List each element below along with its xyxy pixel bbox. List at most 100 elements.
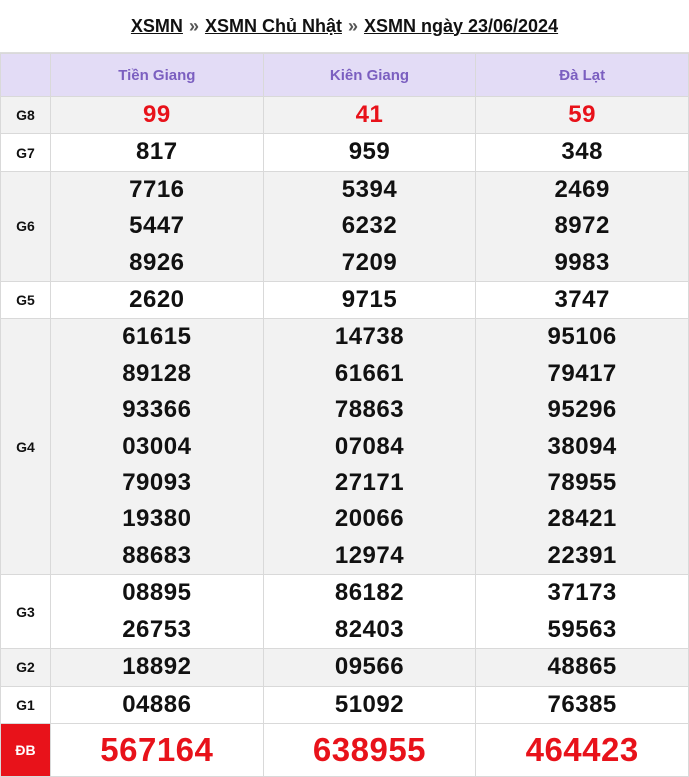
prize-row-g2: G2 18892 09566 48865 — [0, 648, 689, 687]
result-number: 61615 — [122, 323, 192, 351]
result-number: 8972 — [554, 212, 610, 240]
lottery-results-table: Tiền Giang Kiên Giang Đà Lạt G8 99 41 59 G7 8… — [0, 53, 689, 777]
result-cell: 08895 26753 — [50, 574, 264, 650]
result-cell: 5394 6232 7209 — [262, 170, 477, 283]
result-number: 51092 — [334, 690, 405, 718]
result-number: 817 — [136, 138, 178, 166]
result-cell: 3747 — [475, 281, 689, 320]
province-header-kien-giang[interactable]: Kiên Giang — [262, 53, 477, 97]
result-number: 09566 — [334, 653, 405, 681]
prize-label: G1 — [0, 685, 51, 724]
prize-label: ĐB — [0, 722, 51, 777]
prize-label: G8 — [0, 95, 51, 135]
header-corner-cell — [0, 53, 51, 97]
province-header-tien-giang[interactable]: Tiền Giang — [50, 53, 264, 97]
result-cell: 14738 61661 78863 07084 27171 20066 12974 — [262, 318, 477, 576]
result-number: 14738 — [334, 323, 405, 351]
result-cell: 99 — [50, 95, 264, 135]
result-number: 638955 — [312, 730, 427, 768]
province-header-da-lat[interactable]: Đà Lạt — [475, 53, 689, 97]
result-cell: 2620 — [50, 281, 264, 320]
result-number: 18892 — [122, 653, 192, 681]
result-number: 79417 — [547, 359, 617, 387]
prize-label: G4 — [0, 318, 51, 576]
result-cell: 04886 — [50, 685, 264, 724]
result-cell: 638955 — [262, 722, 477, 777]
result-cell: 09566 — [262, 648, 477, 687]
result-cell: 76385 — [475, 685, 689, 724]
result-number: 5447 — [129, 212, 185, 240]
prize-row-g7: G7 817 959 348 — [0, 133, 689, 172]
result-number: 59 — [568, 101, 596, 128]
result-number: 27171 — [334, 469, 405, 497]
prize-row-g5: G5 2620 9715 3747 — [0, 281, 689, 320]
prize-row-g8: G8 99 41 59 — [0, 95, 689, 135]
result-number: 567164 — [100, 730, 214, 768]
result-number: 959 — [348, 138, 391, 166]
result-number: 78863 — [334, 396, 405, 424]
prize-row-g6: G6 7716 5447 8926 5394 6232 7209 2469 8972 9983 — [0, 170, 689, 283]
result-cell: 61615 89128 93366 03004 79093 19380 88683 — [50, 318, 264, 576]
result-cell: 59 — [475, 95, 689, 135]
result-number: 79093 — [122, 469, 192, 497]
prize-label: G2 — [0, 648, 51, 687]
breadcrumb-link-xsmn-sunday[interactable]: XSMN Chủ Nhật — [205, 16, 342, 37]
result-number: 28421 — [547, 505, 617, 533]
breadcrumb-link-xsmn-date[interactable]: XSMN ngày 23/06/2024 — [364, 16, 558, 37]
result-number: 04886 — [122, 690, 192, 718]
result-cell: 9715 — [262, 281, 477, 320]
prize-row-g1: G1 04886 51092 76385 — [0, 685, 689, 724]
result-number: 2469 — [554, 175, 610, 203]
prize-label: G5 — [0, 281, 51, 320]
province-header-row: Tiền Giang Kiên Giang Đà Lạt — [0, 53, 689, 97]
result-number: 82403 — [334, 615, 405, 643]
result-number: 76385 — [547, 690, 617, 718]
result-cell: 51092 — [262, 685, 477, 724]
result-cell: 348 — [475, 133, 689, 172]
prize-row-g3: G3 08895 26753 86182 82403 37173 59563 — [0, 574, 689, 650]
result-cell: 48865 — [475, 648, 689, 687]
result-cell: 464423 — [475, 722, 689, 777]
breadcrumb: XSMN » XSMN Chủ Nhật » XSMN ngày 23/06/2… — [0, 0, 689, 53]
result-cell: 817 — [50, 133, 264, 172]
result-number: 9715 — [341, 286, 398, 314]
result-number: 89128 — [122, 359, 192, 387]
result-number: 61661 — [334, 359, 405, 387]
breadcrumb-separator: » — [188, 15, 199, 36]
result-number: 88683 — [122, 541, 192, 569]
result-number: 99 — [142, 101, 171, 128]
result-number: 37173 — [547, 579, 617, 607]
breadcrumb-separator: » — [347, 15, 358, 36]
result-number: 26753 — [122, 615, 192, 643]
result-cell: 567164 — [50, 722, 264, 777]
prize-label: G6 — [0, 170, 51, 283]
result-number: 22391 — [547, 541, 617, 569]
result-number: 7716 — [129, 175, 185, 203]
result-cell: 18892 — [50, 648, 264, 687]
result-number: 38094 — [547, 432, 617, 460]
result-number: 20066 — [334, 505, 405, 533]
result-cell: 95106 79417 95296 38094 78955 28421 22391 — [475, 318, 689, 576]
result-number: 86182 — [334, 579, 405, 607]
result-number: 3747 — [554, 286, 610, 314]
result-number: 8926 — [129, 248, 185, 276]
result-number: 2620 — [129, 286, 185, 314]
result-cell: 959 — [262, 133, 477, 172]
result-number: 348 — [561, 138, 603, 166]
result-cell: 7716 5447 8926 — [50, 170, 264, 283]
result-cell: 37173 59563 — [475, 574, 689, 650]
breadcrumb-link-xsmn[interactable]: XSMN — [131, 16, 183, 37]
result-number: 9983 — [554, 248, 610, 276]
result-number: 08895 — [122, 579, 192, 607]
results-body: G8 99 41 59 G7 817 959 348 G6 7716 5447 8926 5394 623… — [0, 95, 689, 777]
result-number: 78955 — [547, 469, 617, 497]
result-number: 464423 — [525, 730, 639, 768]
result-number: 48865 — [547, 653, 617, 681]
result-number: 7209 — [341, 248, 398, 276]
result-number: 07084 — [334, 432, 405, 460]
result-cell: 2469 8972 9983 — [475, 170, 689, 283]
result-number: 93366 — [122, 396, 192, 424]
result-number: 5394 — [341, 175, 398, 203]
result-number: 59563 — [547, 615, 617, 643]
prize-row-g4: G4 61615 89128 93366 03004 79093 19380 88683 147… — [0, 318, 689, 576]
